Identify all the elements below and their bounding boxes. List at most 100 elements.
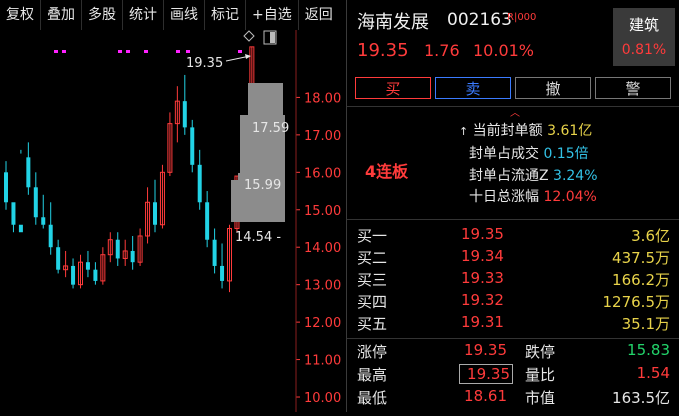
toolbar-multi-stock-button[interactable]: 多股 [82, 0, 123, 30]
candle-body [26, 157, 31, 188]
limit-up-value: 19.35 [464, 341, 507, 359]
bid-level: 买四 [357, 293, 388, 311]
low-value: 18.61 [464, 387, 507, 405]
candle-body [56, 247, 61, 270]
bid-level: 买二 [357, 249, 388, 267]
bid-row[interactable]: 买四 19.32 1276.5万 [347, 291, 679, 312]
stock-price: 19.35 [357, 40, 409, 61]
ask-level-3: 14.54 - [235, 230, 281, 245]
toolbar-overlay-button[interactable]: 叠加 [41, 0, 82, 30]
price-axis: 18.00 17.00 16.00 15.00 14.00 13.00 12.00 11.00… [295, 30, 341, 412]
limit-down-value: 15.83 [627, 341, 670, 359]
toolbar-stats-button[interactable]: 统计 [123, 0, 164, 30]
stock-name: 海南发展 [357, 12, 429, 33]
seal-label: 封单占流通Z [469, 168, 549, 184]
bid-volume: 35.1万 [621, 315, 670, 333]
price-alert-button[interactable]: 警 [595, 77, 671, 99]
toolbar-fuquan-button[interactable]: 复权 [0, 0, 41, 30]
bid-volume: 437.5万 [612, 249, 670, 267]
y-tick-label: 11.00 [304, 354, 341, 369]
ask-volume-block [248, 83, 283, 115]
bid-row[interactable]: 买三 19.33 166.2万 [347, 269, 679, 290]
bid-level: 买一 [357, 227, 388, 245]
candle-body [130, 250, 135, 263]
bid-price: 19.31 [461, 313, 504, 331]
sell-button[interactable]: 卖 [435, 77, 511, 99]
cancel-order-button[interactable]: 撤 [515, 77, 591, 99]
candle-body [85, 262, 90, 270]
volume-ratio-value: 1.54 [636, 364, 670, 382]
toolbar-mark-button[interactable]: 标记 [205, 0, 246, 30]
limit-up-markers [54, 50, 242, 53]
toolbar-back-button[interactable]: 返回 [299, 0, 339, 30]
limit-up-marker [54, 50, 58, 53]
bid-volume: 166.2万 [612, 271, 670, 289]
buy-button[interactable]: 买 [355, 77, 431, 99]
y-tick-label: 17.00 [304, 129, 341, 144]
limit-down-label: 跌停 [525, 343, 556, 361]
candle-body [71, 265, 76, 285]
bid-price: 19.33 [461, 269, 504, 287]
limit-up-marker [144, 50, 148, 53]
candle-body [41, 217, 46, 225]
diamond-icon[interactable] [243, 30, 255, 42]
stock-change-pct: 10.01% [473, 41, 535, 60]
candle-body [33, 187, 38, 218]
bid-row[interactable]: 买二 19.34 437.5万 [347, 247, 679, 268]
limit-up-marker [176, 50, 180, 53]
seal-label: 十日总涨幅 [469, 189, 539, 205]
candle-body [48, 224, 53, 248]
bid-row[interactable]: 买五 19.31 35.1万 [347, 313, 679, 334]
market-cap-label: 市值 [525, 389, 556, 407]
bid-price: 19.34 [461, 247, 504, 265]
toolbar-add-watchlist-button[interactable]: +自选 [246, 0, 299, 30]
seal-row-turnover: 封单占成交 0.15倍 [469, 143, 589, 163]
candle-body [93, 269, 98, 281]
last-price-label: 19.35 [186, 56, 223, 71]
bid-volume: 1276.5万 [602, 293, 671, 311]
limit-up-label: 涨停 [357, 343, 388, 361]
bid-row[interactable]: 买一 19.35 3.6亿 [347, 225, 679, 246]
y-tick-label: 15.00 [304, 204, 341, 219]
bid-volume: 3.6亿 [631, 227, 670, 245]
seal-value: 3.24% [553, 168, 598, 184]
candle-body [153, 202, 157, 225]
market-cap-value: 163.5亿 [612, 389, 670, 407]
seal-label: 当前封单额 [472, 123, 543, 139]
y-tick-label: 12.00 [304, 316, 341, 331]
candle-body [190, 127, 195, 165]
trade-buttons: 买 卖 撤 警 [347, 77, 679, 101]
candle-body [220, 265, 225, 281]
limit-up-marker [118, 50, 122, 53]
candle-body [115, 239, 120, 259]
bid-price: 19.35 [461, 225, 504, 243]
stock-tag: R|000 [507, 12, 537, 23]
y-tick-label: 13.00 [304, 279, 341, 294]
high-value: 19.35 [459, 364, 513, 384]
stock-code: 002163 [447, 10, 512, 30]
y-tick-label: 10.00 [304, 391, 341, 406]
volume-ratio-label: 量比 [525, 366, 556, 384]
bid-price: 19.32 [461, 291, 504, 309]
toolbar-draw-line-button[interactable]: 画线 [164, 0, 205, 30]
bid-level: 买五 [357, 315, 388, 333]
panel-toggle-fill [270, 32, 275, 43]
seal-label: 封单占成交 [469, 146, 539, 162]
stats-row: 最高 19.35 量比 1.54 [347, 364, 679, 387]
seal-value: 12.04% [543, 189, 597, 205]
ask-level-2: 15.99 [244, 178, 281, 193]
seal-row-ten-day: 十日总涨幅 12.04% [469, 186, 597, 206]
candle-body [197, 164, 202, 203]
info-icon: ↑ [459, 125, 469, 138]
seal-value: 3.61亿 [547, 123, 593, 139]
low-label: 最低 [357, 389, 388, 407]
bid-level: 买三 [357, 271, 388, 289]
sector-card[interactable]: 建筑 0.81% [613, 8, 675, 66]
stock-change: 1.76 [424, 41, 460, 60]
chart-toolbar: 复权 叠加 多股 统计 画线 标记 +自选 返回 [0, 0, 345, 30]
collapse-caret-icon[interactable]: ︿ [510, 104, 520, 119]
sector-pct: 0.81% [621, 42, 667, 58]
quote-panel: 海南发展 002163 R|000 19.35 1.76 10.01% 建筑 0… [346, 0, 679, 412]
divider [347, 338, 679, 339]
kline-chart[interactable]: 18.00 17.00 16.00 15.00 14.00 13.00 12.00 11.00… [0, 30, 345, 412]
